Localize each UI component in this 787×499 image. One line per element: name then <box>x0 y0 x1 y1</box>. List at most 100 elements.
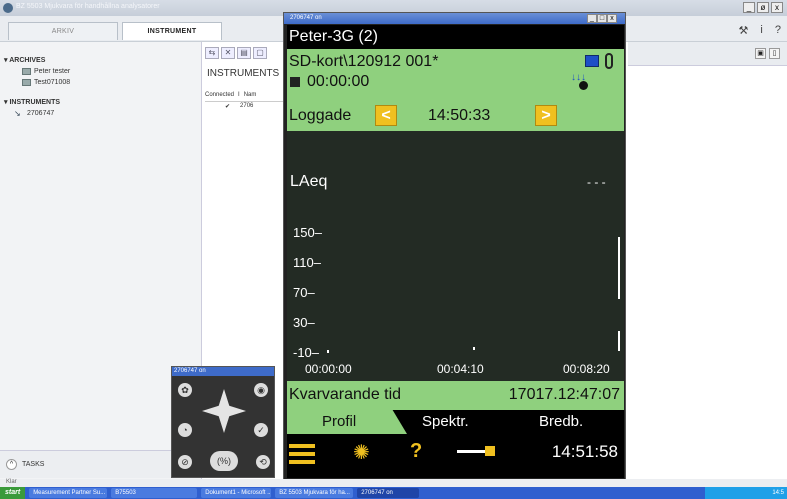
panel-toolbar: ⇆ ✕ ▤ ▢ <box>205 47 267 59</box>
taskbar: start Measurement Partner Su... B75503 D… <box>0 487 787 499</box>
microphone-icon <box>579 81 588 90</box>
tray-clock: 14:5 <box>772 490 784 496</box>
reset-icon[interactable]: ⟲ <box>256 455 270 469</box>
column-i[interactable]: I <box>238 92 240 101</box>
instruments-header[interactable]: ▾ INSTRUMENTS <box>4 98 60 106</box>
instrument-item[interactable]: ↘ 2706747 <box>14 108 54 118</box>
connected-checkbox[interactable]: ✔ <box>225 103 230 110</box>
remaining-label: Kvarvarande tid <box>289 386 402 403</box>
elapsed-time: 00:00:00 <box>307 73 370 90</box>
y-tick-label: 30– <box>293 315 315 330</box>
tab-bredb[interactable]: Bredb. <box>539 410 583 434</box>
right-workspace: ▣ ▯ <box>628 42 787 479</box>
taskbar-item[interactable]: BZ 5503 Mjukvara för ha... <box>275 488 354 498</box>
profile-chart: LAeq - - - 150– 110– 70– 30– -10– 00:00:00 00… <box>287 131 624 391</box>
column-connected[interactable]: Connected <box>205 92 234 101</box>
status-bar: Klar <box>0 479 787 487</box>
device-bottom-bar: ✺ ? 14:51:58 <box>287 434 624 478</box>
next-button[interactable]: > <box>535 105 557 126</box>
archive-item[interactable]: Test071008 <box>22 79 70 86</box>
taskbar-item-active[interactable]: 2706747 on <box>357 488 420 498</box>
minimize-button[interactable]: _ <box>743 2 755 13</box>
signal-icon[interactable]: ◉ <box>254 383 268 397</box>
archive-icon <box>22 68 31 75</box>
chevron-up-icon[interactable]: ^ <box>6 459 17 470</box>
record-icon[interactable]: ⊘ <box>178 455 192 469</box>
device-clock: 14:51:58 <box>551 442 618 461</box>
gauge-icon[interactable]: ◔ <box>178 423 192 437</box>
maximize-button[interactable]: ø <box>757 2 769 13</box>
measure-label: LAeq <box>290 173 327 190</box>
taskbar-item[interactable]: B75503 <box>111 488 198 498</box>
archives-header[interactable]: ▾ ARCHIVES <box>4 56 45 64</box>
accept-icon[interactable]: ✓ <box>254 423 268 437</box>
device-maximize-button[interactable]: □ <box>597 14 607 23</box>
copy-icon[interactable]: ▤ <box>237 47 251 59</box>
close-button[interactable]: x <box>771 2 783 13</box>
remaining-value: 17017.12:47:07 <box>508 386 620 403</box>
x-axis-ticks: 00:00:00 00:04:10 00:08:20 <box>305 362 610 376</box>
device-window: 2706747 on _ □ x Peter-3G (2) SD-kort\12… <box>283 12 626 480</box>
column-name[interactable]: Nam <box>244 92 257 101</box>
archive-icon <box>22 79 31 86</box>
main-window-title: BZ 5503 Mjukvara för handhållna analysat… <box>16 3 160 10</box>
keypad-title: 2706747 on <box>172 367 274 376</box>
y-tick-label: 150– <box>293 225 323 240</box>
cursor-marker <box>473 347 475 350</box>
instruments-title: INSTRUMENTS <box>207 68 280 79</box>
stop-icon[interactable] <box>290 77 300 87</box>
taskbar-item[interactable]: Dokument1 - Microsoft ... <box>201 488 272 498</box>
y-tick-label: 70– <box>293 285 315 300</box>
start-pause-button[interactable]: (%) <box>210 451 238 471</box>
power-plug-icon <box>485 446 495 456</box>
device-minimize-button[interactable]: _ <box>587 14 597 23</box>
settings-icon[interactable]: ✿ <box>178 383 192 397</box>
menu-icon[interactable] <box>289 444 315 464</box>
device-header: Peter-3G (2) <box>287 25 624 49</box>
paperclip-icon <box>605 53 613 69</box>
delete-icon[interactable]: ✕ <box>221 47 235 59</box>
tasks-label: TASKS <box>22 461 45 468</box>
tab-spektr[interactable]: Spektr. <box>422 410 469 434</box>
start-button[interactable]: start <box>0 487 26 499</box>
table-header: Connected I Nam <box>205 92 283 102</box>
help-icon[interactable]: ? <box>410 440 422 463</box>
sd-path: SD-kort\120912 001* <box>289 53 439 70</box>
window-icon[interactable]: ▢ <box>253 47 267 59</box>
tab-profil[interactable]: Profil <box>287 410 407 434</box>
tab-instrument[interactable]: INSTRUMENT <box>122 22 222 40</box>
y-axis-ticks: 150– 110– 70– 30– -10– <box>293 225 323 360</box>
x-tick-label: 00:08:20 <box>563 362 610 376</box>
right-toolbar: ▣ ▯ <box>628 42 787 66</box>
table-row[interactable]: ✔ 2706 <box>205 103 253 110</box>
device-title-bar: 2706747 on _ □ x <box>284 13 625 24</box>
navigation-pad[interactable] <box>202 389 246 433</box>
measure-value: - - - <box>587 175 606 189</box>
tab-arkiv[interactable]: ARKIV <box>8 22 118 40</box>
restore-icon[interactable]: ▣ <box>755 48 766 59</box>
previous-button[interactable]: < <box>375 105 397 126</box>
status-text: Klar <box>6 479 17 485</box>
log-panel: Loggade < 14:50:33 > <box>287 101 624 131</box>
system-tray: 14:5 <box>705 487 787 499</box>
power-plug-icon <box>457 450 485 453</box>
instrument-name-cell: 2706 <box>240 103 254 109</box>
archive-item[interactable]: Peter tester <box>22 68 70 75</box>
computer-icon <box>585 55 599 67</box>
taskbar-item[interactable]: Measurement Partner Su... <box>29 488 108 498</box>
chart-svg: LAeq - - - 150–110–70–30–-10– 00:00:00 00… <box>290 173 620 376</box>
help-icon[interactable]: ? <box>775 24 781 37</box>
connect-icon[interactable]: ⇆ <box>205 47 219 59</box>
y-tick-label: -10– <box>293 345 320 360</box>
info-icon[interactable]: i <box>760 24 762 37</box>
log-time: 14:50:33 <box>428 107 491 124</box>
remaining-time-panel: Kvarvarande tid 17017.12:47:07 <box>287 381 624 411</box>
device-window-title: 2706747 on <box>290 15 322 21</box>
cursor-marker <box>327 350 329 353</box>
wrench-icon[interactable]: ⚒ <box>739 24 749 37</box>
x-tick-label: 00:04:10 <box>437 362 484 376</box>
instrument-icon: ↘ <box>14 108 21 118</box>
brightness-icon[interactable]: ✺ <box>353 440 370 465</box>
panel-icon[interactable]: ▯ <box>769 48 780 59</box>
device-close-button[interactable]: x <box>607 14 617 23</box>
